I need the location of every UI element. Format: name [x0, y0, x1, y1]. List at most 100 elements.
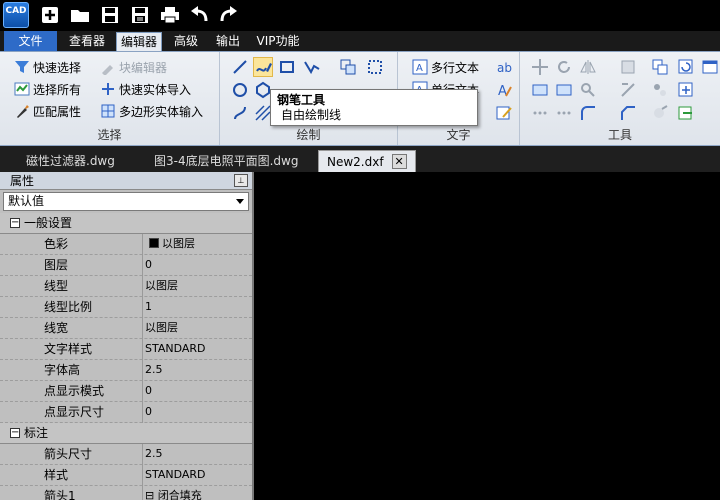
- line-tool-icon[interactable]: [230, 57, 250, 77]
- app-logo[interactable]: CAD: [3, 2, 29, 28]
- insert-block-icon[interactable]: [338, 57, 358, 77]
- property-key: 图层: [44, 258, 69, 272]
- property-value-text: 以图层: [162, 237, 195, 250]
- property-row[interactable]: 图层 0: [0, 255, 252, 276]
- save-as-icon[interactable]: [130, 5, 150, 25]
- property-value[interactable]: 0: [142, 402, 252, 423]
- frame2-icon[interactable]: [554, 80, 574, 100]
- text-style-icon[interactable]: ab: [494, 57, 514, 77]
- property-value[interactable]: STANDARD: [142, 339, 252, 360]
- redo-icon[interactable]: [218, 5, 238, 25]
- document-tabs: 磁性过滤器.dwg 图3-4底层电照平面图.dwg New2.dxf ✕: [0, 146, 720, 172]
- match-properties-label: 匹配属性: [33, 105, 82, 119]
- svg-text:ab: ab: [497, 61, 512, 75]
- text-edit-icon[interactable]: A: [494, 80, 514, 100]
- menu-output[interactable]: 输出: [210, 31, 246, 51]
- property-row[interactable]: 线型比例 1: [0, 297, 252, 318]
- property-row[interactable]: 线宽 以图层: [0, 318, 252, 339]
- open-folder-icon[interactable]: [70, 5, 90, 25]
- explode-icon[interactable]: [650, 103, 670, 123]
- color-box-icon[interactable]: [618, 57, 638, 77]
- polygon-entity-input-button[interactable]: 多边形实体输入: [100, 102, 203, 122]
- save-icon[interactable]: [100, 5, 120, 25]
- polyline-tool-icon[interactable]: [302, 57, 322, 77]
- chamfer-icon[interactable]: [618, 103, 638, 123]
- property-row[interactable]: 文字样式 STANDARD: [0, 339, 252, 360]
- property-value[interactable]: 以图层: [142, 276, 252, 297]
- property-value[interactable]: 0: [142, 255, 252, 276]
- property-value[interactable]: 2.5: [142, 360, 252, 381]
- property-value[interactable]: 1: [142, 297, 252, 318]
- dots-icon[interactable]: [530, 103, 550, 123]
- search-icon[interactable]: [578, 80, 598, 100]
- property-row[interactable]: 箭头尺寸 2.5: [0, 444, 252, 465]
- circle-tool-icon[interactable]: [230, 80, 250, 100]
- axis-icon[interactable]: [618, 80, 638, 100]
- doc-tab[interactable]: 图3-4底层电照平面图.dwg: [146, 150, 306, 172]
- fillet-icon[interactable]: [578, 103, 598, 123]
- layers-icon[interactable]: [650, 80, 670, 100]
- window-icon[interactable]: [700, 57, 720, 77]
- property-row[interactable]: 线型 以图层: [0, 276, 252, 297]
- menu-editor[interactable]: 编辑器: [116, 32, 162, 52]
- match-properties-button[interactable]: 匹配属性: [14, 102, 81, 122]
- property-value[interactable]: 以图层: [142, 234, 252, 255]
- annotate-icon[interactable]: [494, 103, 514, 123]
- section-dimension[interactable]: − 标注: [0, 423, 252, 444]
- doc-tab[interactable]: 磁性过滤器.dwg: [18, 150, 123, 172]
- property-value[interactable]: 以图层: [142, 318, 252, 339]
- property-row[interactable]: 字体高 2.5: [0, 360, 252, 381]
- block-editor-button[interactable]: 块编辑器: [100, 58, 167, 78]
- property-key: 点显示模式: [44, 384, 105, 398]
- logo-text: CAD: [5, 6, 27, 16]
- section-general[interactable]: − 一般设置: [0, 213, 252, 234]
- new-icon[interactable]: [40, 5, 60, 25]
- menu-viewer[interactable]: 查看器: [64, 31, 110, 51]
- spline-tool-icon[interactable]: [230, 103, 250, 123]
- menu-advanced[interactable]: 高级: [168, 31, 204, 51]
- pen-tool-icon[interactable]: [253, 57, 273, 77]
- doc-tab-active[interactable]: New2.dxf ✕: [318, 150, 416, 172]
- pin-icon[interactable]: ⊥: [234, 174, 248, 187]
- property-row[interactable]: 样式 STANDARD: [0, 465, 252, 486]
- menu-vip[interactable]: VIP功能: [252, 31, 304, 51]
- block-insert-icon[interactable]: [676, 80, 696, 100]
- properties-filter-select[interactable]: 默认值: [3, 192, 249, 211]
- menu-file[interactable]: 文件: [4, 31, 57, 51]
- svg-text:A: A: [416, 63, 423, 74]
- quick-entity-import-button[interactable]: 快速实体导入: [100, 80, 191, 100]
- property-key: 箭头1: [44, 489, 76, 500]
- property-value[interactable]: 2.5: [142, 444, 252, 465]
- move-icon[interactable]: [530, 57, 550, 77]
- property-row[interactable]: 点显示模式 0: [0, 381, 252, 402]
- undo-icon[interactable]: [190, 5, 210, 25]
- property-row[interactable]: 色彩 以图层: [0, 234, 252, 255]
- property-row[interactable]: 箭头1 ⊟ 闭合填充: [0, 486, 252, 500]
- property-value[interactable]: 0: [142, 381, 252, 402]
- frame-icon[interactable]: [530, 80, 550, 100]
- property-value[interactable]: ⊟ 闭合填充: [142, 486, 252, 500]
- rotate-icon[interactable]: [554, 57, 574, 77]
- mtext-icon: A: [412, 59, 428, 75]
- copy-icon[interactable]: [650, 57, 670, 77]
- select-all-button[interactable]: 选择所有: [14, 80, 81, 100]
- mtext-label: 多行文本: [431, 61, 480, 75]
- property-value[interactable]: STANDARD: [142, 465, 252, 486]
- mirror-icon[interactable]: [578, 57, 598, 77]
- tooltip-description: 自由绘制线: [281, 108, 342, 122]
- polygon-entity-input-label: 多边形实体输入: [119, 105, 204, 119]
- drawing-canvas[interactable]: [256, 172, 720, 500]
- quick-select-button[interactable]: 快速选择: [14, 58, 81, 78]
- mtext-button[interactable]: A 多行文本: [412, 58, 479, 78]
- close-icon[interactable]: ✕: [391, 154, 407, 169]
- rectangle-tool-icon[interactable]: [277, 57, 297, 77]
- property-row[interactable]: 点显示尺寸 0: [0, 402, 252, 423]
- property-key: 箭头尺寸: [44, 447, 93, 461]
- refresh-icon[interactable]: [676, 57, 696, 77]
- export-icon[interactable]: [676, 103, 696, 123]
- property-key: 字体高: [44, 363, 81, 377]
- region-tool-icon[interactable]: [365, 57, 385, 77]
- dots2-icon[interactable]: [554, 103, 574, 123]
- print-icon[interactable]: [160, 5, 180, 25]
- tooltip-title: 钢笔工具: [277, 93, 326, 107]
